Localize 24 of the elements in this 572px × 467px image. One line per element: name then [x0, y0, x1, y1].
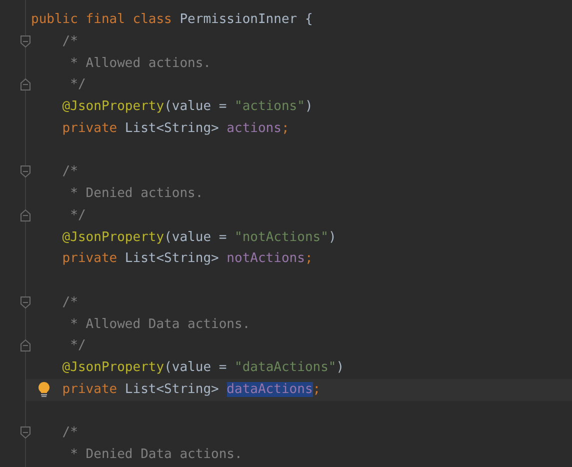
fold-icon[interactable] — [20, 165, 31, 178]
fold-icon[interactable] — [20, 296, 31, 309]
fold-icon[interactable] — [20, 78, 31, 92]
fold-icon[interactable] — [20, 208, 31, 222]
code-line: /* — [61, 32, 79, 51]
code-line: /* — [61, 294, 79, 312]
code-line: @JsonProperty(value = "actions") — [61, 98, 314, 116]
code-line: * Denied Data actions. — [69, 446, 244, 464]
code-line: private List<String> actions; — [61, 120, 290, 138]
code-line: */ — [69, 337, 87, 356]
code-line: * Allowed Data actions. — [69, 316, 252, 334]
code-line: */ — [69, 76, 87, 94]
code-line: @JsonProperty(value = "dataActions") — [61, 359, 346, 377]
code-line: /* — [61, 163, 79, 182]
fold-icon[interactable] — [20, 426, 31, 440]
code-line: * Allowed actions. — [69, 54, 212, 72]
fold-icon[interactable] — [20, 34, 31, 48]
code-line: * Denied actions. — [69, 185, 204, 203]
fold-icon[interactable] — [20, 339, 31, 352]
code-line: public final class PermissionInner { — [31, 11, 314, 29]
code-line: */ — [69, 206, 87, 225]
code-line: @JsonProperty(value = "notActions") — [61, 228, 338, 246]
code-line: /* — [61, 424, 79, 442]
code-line: private List<String> notActions; — [61, 250, 314, 268]
